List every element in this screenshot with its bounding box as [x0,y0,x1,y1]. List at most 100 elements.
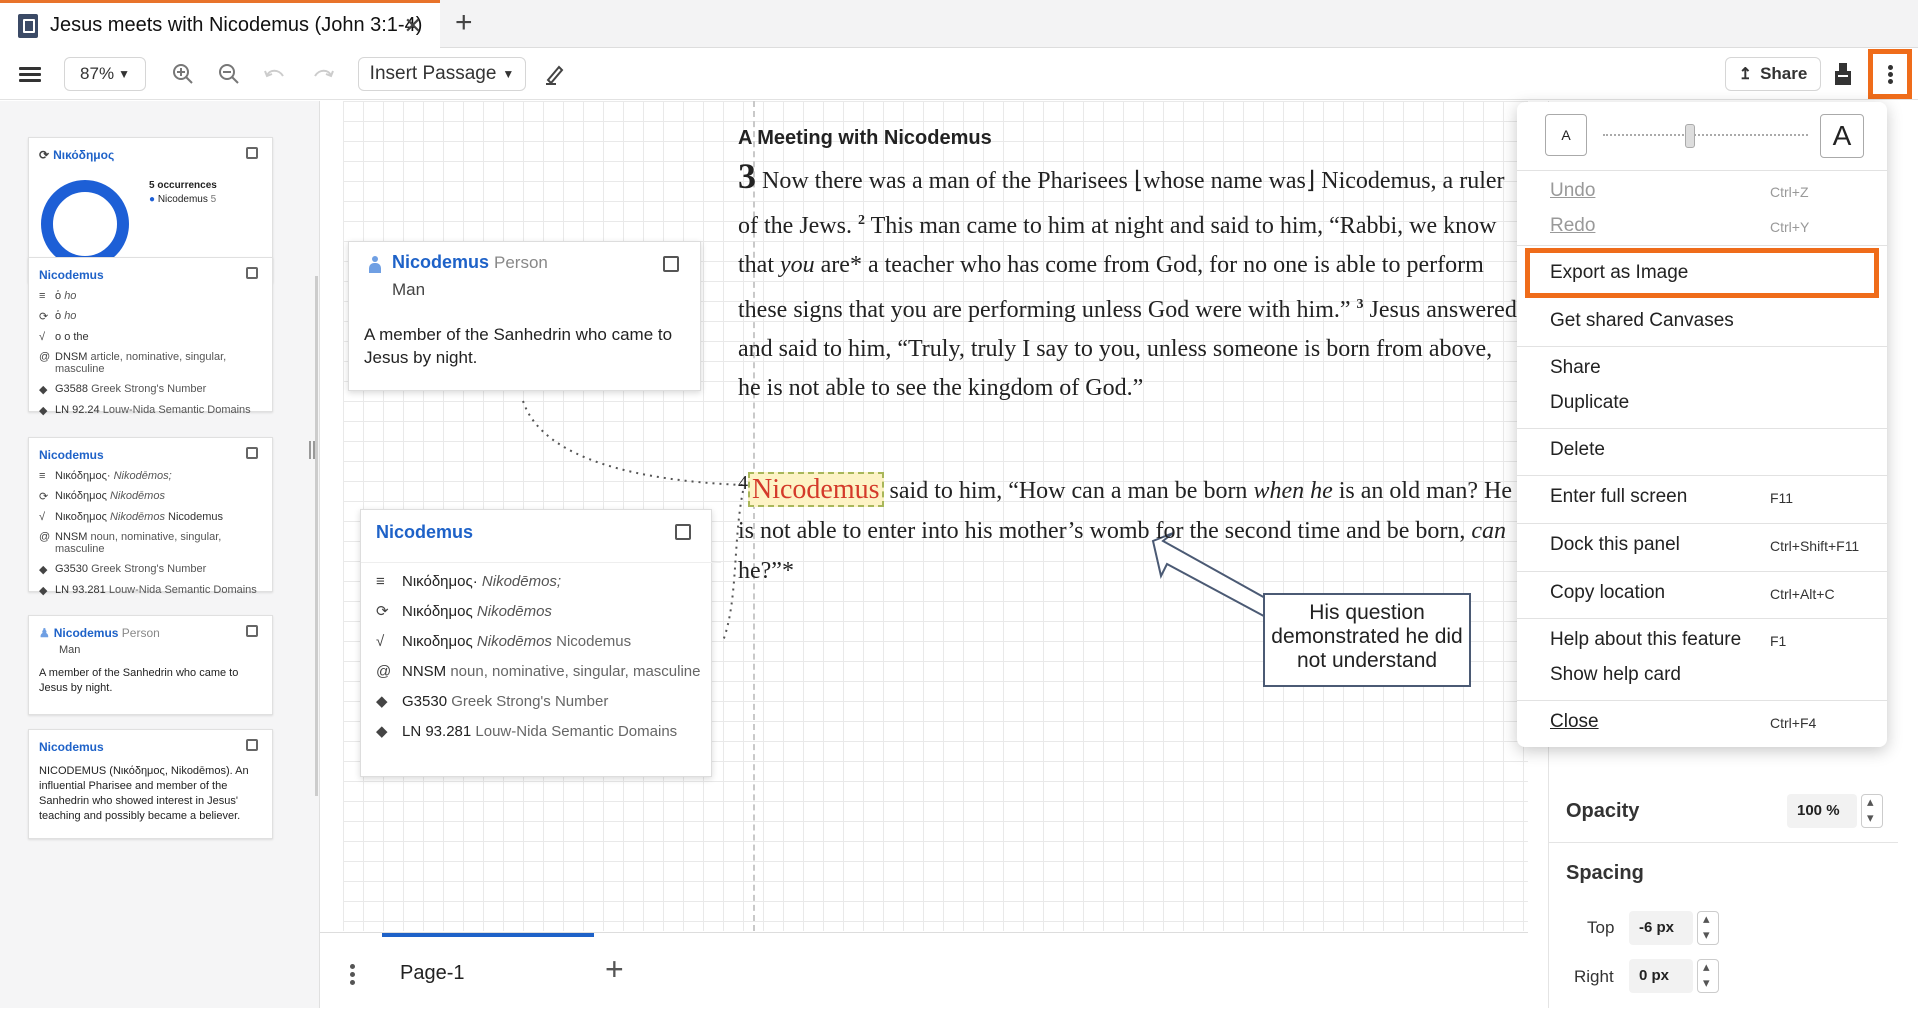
zoom-out-icon[interactable] [212,57,246,91]
shortcut-redo: Ctrl+Y [1770,219,1810,235]
list-item: ⟳ ὁ ho [39,310,77,323]
verse-number: 4 [738,472,748,494]
list-item: @ NNSM noun, nominative, singular, mascul… [39,531,222,555]
diamond-icon: ◆ [376,693,388,710]
root-icon: √ [39,331,46,343]
new-tab-button[interactable]: + [455,6,473,40]
note-subtitle: Man [392,280,426,299]
slider-track[interactable] [1603,134,1808,138]
diamond-icon: ◆ [39,405,48,417]
menu-item-get-shared-canvases[interactable]: Get shared Canvases [1550,310,1734,332]
card-subtitle: Man [59,644,81,656]
zoom-select[interactable]: 87% ▼ [64,57,146,91]
word-info-card[interactable]: Nicodemus ≡ ὁ ho ⟳ ὁ ho √ o o the @ DNSM art… [28,257,273,417]
card-title: Nicodemus [39,268,104,282]
more-options-button[interactable] [1868,49,1912,99]
share-label: Share [1760,64,1808,83]
canvas[interactable]: A Meeting with Nicodemus 3 Now there was… [343,101,1528,931]
top-label: Top [1587,918,1615,937]
list-item: ◆ LN 93.281 Louw-Nida Semantic Domains [39,584,257,597]
share-button[interactable]: ↥ Share [1725,57,1821,91]
verse-4-emphasis: can [1471,518,1507,544]
card-title: Nicodemus [39,448,104,462]
passage-heading: A Meeting with Nicodemus [738,127,992,149]
menu-item-dock-panel[interactable]: Dock this panel [1550,534,1680,556]
page-tab[interactable]: Page-1 [382,933,594,1009]
person-card[interactable]: ♟ Nicodemus Person Man A member of the Sa… [28,615,273,715]
root-icon: √ [376,633,385,650]
top-spacing-stepper[interactable] [1697,911,1719,945]
diamond-icon: ◆ [39,564,48,576]
add-page-button[interactable]: + [605,951,624,988]
menu-item-share[interactable]: Share [1550,357,1601,379]
highlighted-word[interactable]: Nicodemus [748,472,884,507]
close-tab-icon[interactable]: ✕ [404,13,422,39]
card-body: NICODEMUS (Νικόδημος, Nikodēmos). An inf… [39,765,249,822]
callout-box[interactable]: His question demonstrated he did not und… [1263,593,1471,687]
at-icon: @ [39,351,51,363]
menu-item-enter-full-screen[interactable]: Enter full screen [1550,486,1687,508]
shortcut-copy-location: Ctrl+Alt+C [1770,586,1835,602]
menu-item-copy-location[interactable]: Copy location [1550,582,1665,604]
pin-icon[interactable] [246,447,258,459]
pin-icon[interactable] [675,524,691,540]
menu-item-duplicate[interactable]: Duplicate [1550,392,1629,414]
pin-icon[interactable] [246,147,258,159]
passage-text-verse4[interactable]: 4 Nicodemus said to him, “How can a man b… [738,463,1518,591]
library-stamp-icon[interactable] [1828,57,1858,91]
verse-4a: said to him, “How can a man be born [889,478,1248,504]
list-item: √ Νικοδημος Nikodēmos Nicodemus [376,633,632,650]
page-options-icon[interactable] [350,961,355,988]
occurrence-count: 5 occurrences [149,180,217,191]
pin-icon[interactable] [246,267,258,279]
pin-icon[interactable] [246,625,258,637]
zoom-in-icon[interactable] [166,57,200,91]
menu-item-undo[interactable]: Undo [1550,180,1595,202]
menu-item-help-feature[interactable]: Help about this feature [1550,629,1741,651]
undo-icon[interactable] [258,57,292,91]
left-sidebar: ⟳ Νικόδημος 5 occurrences ● Nicodemus 5 N… [0,101,320,1008]
insert-passage-button[interactable]: Insert Passage ▼ [358,57,526,91]
word-note-card[interactable]: Nicodemus ≡ Νικόδημος· Nikodēmos; ⟳ Νικόδη… [360,509,721,777]
font-smaller-button[interactable]: A [1545,114,1587,156]
pen-icon[interactable] [538,57,572,91]
verse-2-emphasis: you [780,252,815,278]
shortcut-undo: Ctrl+Z [1770,184,1809,200]
pin-icon[interactable] [246,739,258,751]
root-icon: √ [39,511,46,523]
right-spacing-stepper[interactable] [1697,959,1719,993]
insert-passage-label: Insert Passage [369,63,497,84]
menu-item-delete[interactable]: Delete [1550,439,1605,461]
list-item: ⟳ Νικόδημος Nikodēmos [39,490,165,503]
dictionary-card[interactable]: Nicodemus NICODEMUS (Νικόδημος, Nikodēmo… [28,729,273,839]
rings-icon: ⟳ [376,603,389,620]
list-item: ≡ ὁ ho [39,290,77,302]
person-note-card[interactable]: Nicodemus Person Man A member of the San… [348,241,701,391]
resize-handle[interactable] [309,441,315,459]
rings-icon: ⟳ [39,311,49,323]
top-spacing-input[interactable]: -6 px [1629,911,1693,945]
opacity-input[interactable]: 100 % [1787,794,1857,828]
font-larger-button[interactable]: A [1820,114,1864,158]
list-item: ≡ Νικόδημος· Nikodēmos; [376,573,562,590]
hamburger-menu-icon[interactable] [12,57,48,91]
opacity-stepper[interactable] [1861,794,1883,828]
menu-item-redo[interactable]: Redo [1550,215,1595,237]
shortcut-close: Ctrl+F4 [1770,715,1817,731]
note-body: A member of the Sanhedrin who came to Je… [364,325,673,367]
note-title: Nicodemus [376,522,474,542]
menu-item-show-help-card[interactable]: Show help card [1550,664,1681,686]
font-size-slider[interactable]: A A [1545,114,1865,158]
passage-text[interactable]: A Meeting with Nicodemus 3 Now there was… [738,123,1518,408]
right-spacing-input[interactable]: 0 px [1629,959,1693,993]
at-icon: @ [39,531,51,543]
lines-icon: ≡ [39,290,46,302]
list-item: ◆ G3588 Greek Strong's Number [39,383,207,396]
document-tab[interactable]: Jesus meets with Nicodemus (John 3:1-4) … [0,0,440,48]
redo-icon[interactable] [306,57,340,91]
word-info-card[interactable]: Nicodemus ≡ Νικόδημος· Nikodēmos; ⟳ Νικόδη… [28,437,273,597]
menu-item-close[interactable]: Close [1550,711,1599,733]
pin-icon[interactable] [663,256,679,272]
chart-legend-item: ● Nicodemus 5 [149,194,217,205]
slider-thumb[interactable] [1685,124,1695,148]
